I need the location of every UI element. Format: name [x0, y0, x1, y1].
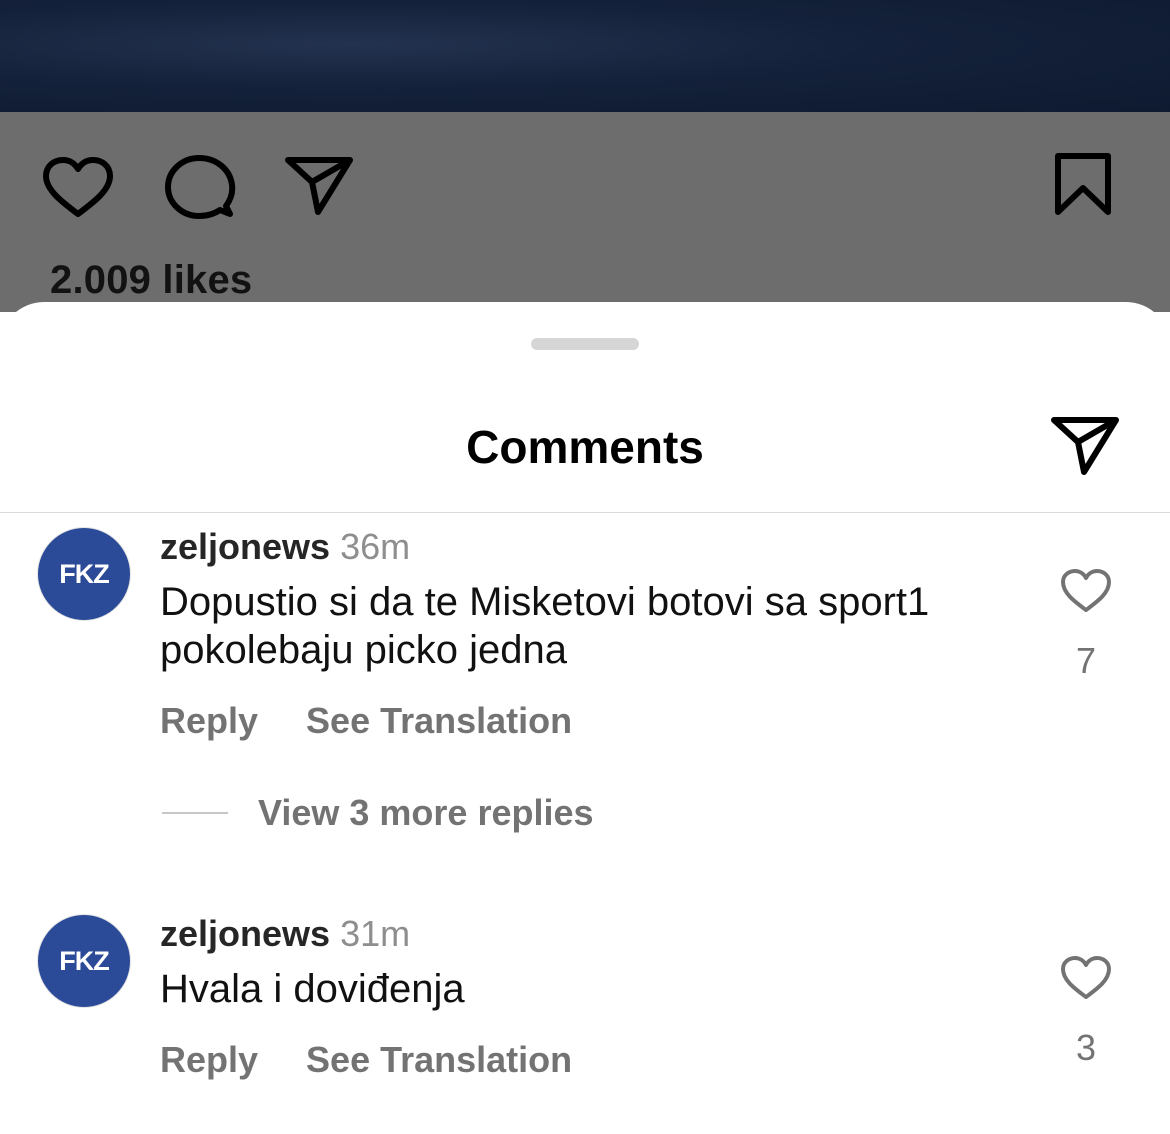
post-image[interactable]	[0, 0, 1170, 112]
timestamp: 31m	[340, 913, 411, 954]
comment-text: Hvala i doviđenja	[160, 967, 465, 1011]
like-count: 7	[1075, 640, 1097, 681]
reply-button[interactable]: Reply	[160, 1039, 258, 1080]
avatar[interactable]: FKZ	[38, 915, 130, 1007]
timestamp: 36m	[340, 526, 411, 567]
see-translation-button[interactable]: See Translation	[306, 1039, 572, 1080]
view-more-replies-label: View 3 more replies	[258, 792, 594, 833]
username[interactable]: zeljonews	[160, 526, 330, 567]
sheet-title: Comments	[466, 421, 704, 473]
comment-icon[interactable]	[164, 154, 236, 222]
comment-meta: zeljonews 31m	[160, 913, 410, 955]
reply-button[interactable]: Reply	[160, 700, 258, 741]
comment-heart-icon[interactable]	[1060, 955, 1112, 1006]
bookmark-icon[interactable]	[1054, 152, 1112, 216]
view-more-replies-button[interactable]: View 3 more replies	[162, 792, 594, 834]
send-icon[interactable]	[1050, 414, 1120, 481]
username[interactable]: zeljonews	[160, 913, 330, 954]
share-icon[interactable]	[284, 154, 354, 216]
comment-actions: Reply See Translation	[160, 1039, 572, 1081]
comment-heart-icon[interactable]	[1060, 568, 1112, 619]
sheet-grabber[interactable]	[531, 338, 639, 350]
like-count: 3	[1075, 1027, 1097, 1068]
heart-icon[interactable]	[42, 156, 114, 220]
comments-sheet: Comments FKZ zeljonews 36m Dopustio si da…	[0, 302, 1170, 1134]
comment-actions: Reply See Translation	[160, 700, 572, 742]
likes-count[interactable]: 2.009 likes	[50, 258, 252, 303]
comment-text: Dopustio si da te Misketovi botovi sa sp…	[160, 580, 930, 672]
avatar[interactable]: FKZ	[38, 528, 130, 620]
sheet-divider	[0, 512, 1170, 513]
comment-meta: zeljonews 36m	[160, 526, 410, 568]
see-translation-button[interactable]: See Translation	[306, 700, 572, 741]
replies-line	[162, 812, 228, 814]
